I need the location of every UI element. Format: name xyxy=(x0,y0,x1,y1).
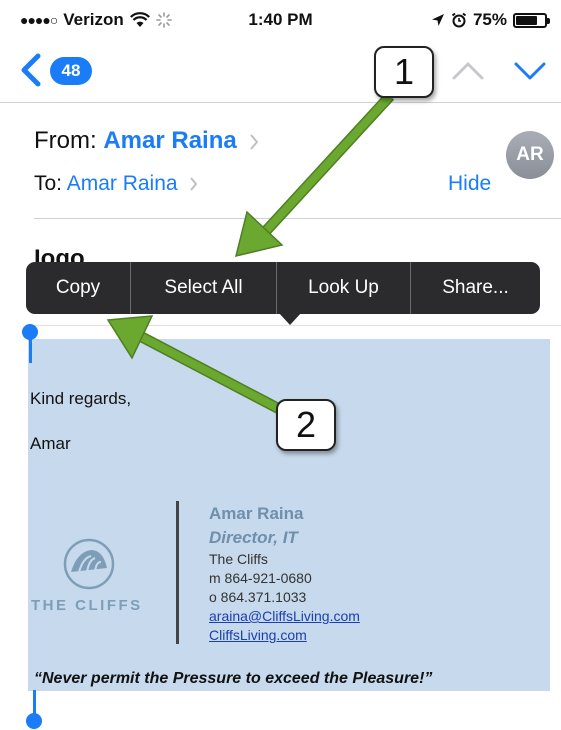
annotation-callout-1: 1 xyxy=(374,46,434,98)
annotation-arrows xyxy=(106,92,395,417)
annotation-arrow-2 xyxy=(106,315,288,417)
annotation-callout-2: 2 xyxy=(276,399,336,451)
annotation-arrow-1 xyxy=(234,92,395,258)
